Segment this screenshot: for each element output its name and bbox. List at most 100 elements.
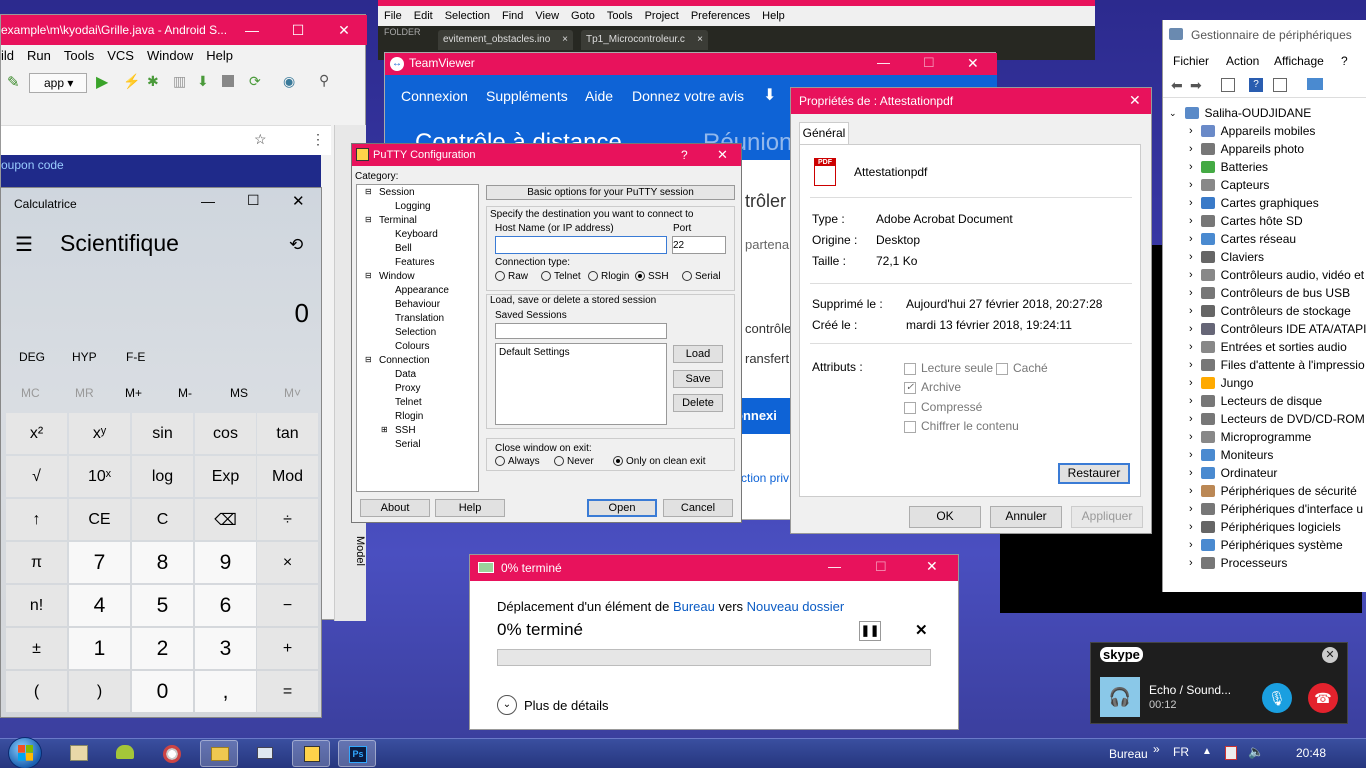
device-category[interactable]: › Entrées et sorties audio [1189, 340, 1347, 354]
device-category[interactable]: › Périphériques de sécurité [1189, 484, 1357, 498]
chevron-right-icon[interactable]: › [1189, 521, 1193, 533]
taskbar-android-icon[interactable] [116, 745, 134, 759]
chevron-right-icon[interactable]: › [1189, 539, 1193, 551]
calc-4-button[interactable]: 4 [69, 585, 130, 626]
stop-icon[interactable] [222, 75, 234, 87]
calc-0-button[interactable]: 0 [132, 671, 193, 712]
calc-close-paren-button[interactable]: ) [69, 671, 130, 712]
tree-terminal[interactable]: Terminal [379, 215, 417, 226]
device-category[interactable]: › Cartes réseau [1189, 232, 1296, 246]
close-icon[interactable]: ✕ [321, 22, 367, 39]
search-icon[interactable]: ⚲ [319, 72, 329, 89]
scan-icon[interactable] [1273, 78, 1287, 92]
taskbar-browser-icon[interactable] [163, 745, 181, 763]
volume-muted-icon[interactable]: 🔈 [1248, 744, 1264, 760]
tree-appearance[interactable]: Appearance [395, 285, 449, 296]
android-menu-run[interactable]: Run [27, 48, 51, 68]
cancel-button[interactable]: Annuler [990, 506, 1062, 528]
chevron-right-icon[interactable]: › [1189, 449, 1193, 461]
device-category[interactable]: › Jungo [1189, 376, 1253, 390]
chevron-right-icon[interactable]: › [1189, 161, 1193, 173]
chevron-right-icon[interactable]: › [1189, 215, 1193, 227]
calc-mc-button[interactable]: MC [21, 386, 40, 400]
hang-up-icon[interactable]: ☎ [1308, 683, 1338, 713]
checkbox-compressed[interactable]: Compressé [904, 400, 982, 414]
calc-square-button[interactable]: x² [6, 413, 67, 454]
apply-changes-icon[interactable]: ⚡ [123, 73, 140, 90]
chevron-right-icon[interactable]: › [1189, 503, 1193, 515]
calc-ms-button[interactable]: MS [230, 386, 248, 400]
taskbar-explorer-button[interactable] [200, 740, 238, 767]
chevron-right-icon[interactable]: › [1189, 557, 1193, 569]
sublime-menu-find[interactable]: Find [502, 6, 523, 26]
chevron-right-icon[interactable]: › [1189, 269, 1193, 281]
tree-rlogin[interactable]: Rlogin [395, 411, 423, 422]
tv-menu-avis[interactable]: Donnez votre avis [632, 88, 744, 104]
chevron-right-icon[interactable]: › [1189, 323, 1193, 335]
chevron-right-icon[interactable]: › [1189, 233, 1193, 245]
calc-sqrt-button[interactable]: √ [6, 456, 67, 497]
device-category[interactable]: › Périphériques d'interface u [1189, 502, 1363, 516]
tree-colours[interactable]: Colours [395, 341, 429, 352]
calc-tenpow-button[interactable]: 10ˣ [69, 456, 130, 497]
calc-plus-button[interactable]: + [257, 628, 318, 669]
calc-divide-button[interactable]: ÷ [257, 499, 318, 540]
calc-open-paren-button[interactable]: ( [6, 671, 67, 712]
radio-never[interactable]: Never [554, 456, 594, 467]
session-default[interactable]: Default Settings [499, 347, 570, 358]
star-icon[interactable]: ☆ [254, 131, 267, 148]
calc-negate-button[interactable]: ± [6, 628, 67, 669]
calc-multiply-button[interactable]: × [257, 542, 318, 583]
taskbar-toolbar-label[interactable]: Bureau [1109, 747, 1148, 761]
download-icon[interactable]: ⬇ [763, 85, 776, 105]
chevron-right-icon[interactable]: › [1189, 305, 1193, 317]
sublime-menu-selection[interactable]: Selection [445, 6, 490, 26]
calc-mlist-button[interactable]: M˅ [284, 386, 301, 400]
device-category[interactable]: › Lecteurs de DVD/CD-ROM [1189, 412, 1365, 426]
putty-help-button[interactable]: Help [435, 499, 505, 517]
help-icon[interactable]: ? [681, 148, 688, 162]
run-icon[interactable]: ▶ [96, 72, 108, 92]
calc-cos-button[interactable]: cos [195, 413, 256, 454]
chevron-right-icon[interactable]: › [1189, 359, 1193, 371]
taskbar-devmgr-button[interactable] [246, 740, 284, 767]
android-menu-vcs[interactable]: VCS [107, 48, 134, 68]
tree-connection[interactable]: Connection [379, 355, 430, 366]
chevron-right-icon[interactable]: › [1189, 377, 1193, 389]
pause-icon[interactable]: ❚❚ [859, 621, 881, 641]
sublime-menu-preferences[interactable]: Preferences [691, 6, 750, 26]
chevron-right-icon[interactable]: › [1189, 179, 1193, 191]
calc-mr-button[interactable]: MR [75, 386, 94, 400]
putty-about-button[interactable]: About [360, 499, 430, 517]
calc-clear-button[interactable]: C [132, 499, 193, 540]
close-icon[interactable]: ✕ [1129, 92, 1141, 109]
hamburger-menu-icon[interactable]: ☰ [15, 232, 33, 257]
dm-menu-affichage[interactable]: Affichage [1274, 54, 1324, 68]
monitor-icon[interactable] [1307, 78, 1323, 90]
cancel-icon[interactable]: ✕ [915, 621, 928, 639]
chevron-right-icon[interactable]: › [1189, 395, 1193, 407]
minimize-icon[interactable]: — [201, 193, 215, 209]
close-icon[interactable]: ✕ [292, 192, 305, 210]
device-category[interactable]: › Périphériques système [1189, 538, 1343, 552]
calc-backspace-button[interactable]: ⌫ [195, 499, 256, 540]
tree-serial[interactable]: Serial [395, 439, 421, 450]
putty-delete-button[interactable]: Delete [673, 394, 723, 412]
tree-window[interactable]: Window [379, 271, 415, 282]
tree-proxy[interactable]: Proxy [395, 383, 421, 394]
calc-power-button[interactable]: xʸ [69, 413, 130, 454]
checkbox-readonly[interactable]: Lecture seule [904, 361, 993, 375]
calc-deg-button[interactable]: DEG [19, 350, 45, 364]
tv-menu-connexion[interactable]: Connexion [401, 88, 468, 104]
close-icon[interactable]: ✕ [1322, 647, 1338, 663]
close-icon[interactable]: × [562, 30, 568, 50]
calc-tan-button[interactable]: tan [257, 413, 318, 454]
dm-menu-fichier[interactable]: Fichier [1173, 54, 1209, 68]
radio-serial[interactable]: Serial [682, 271, 721, 282]
putty-open-button[interactable]: Open [587, 499, 657, 517]
action-center-icon[interactable] [1225, 746, 1237, 760]
start-button[interactable] [8, 737, 42, 768]
dm-menu-action[interactable]: Action [1226, 54, 1259, 68]
profile-icon[interactable]: ▥ [173, 73, 186, 90]
device-category[interactable]: › Périphériques logiciels [1189, 520, 1341, 534]
